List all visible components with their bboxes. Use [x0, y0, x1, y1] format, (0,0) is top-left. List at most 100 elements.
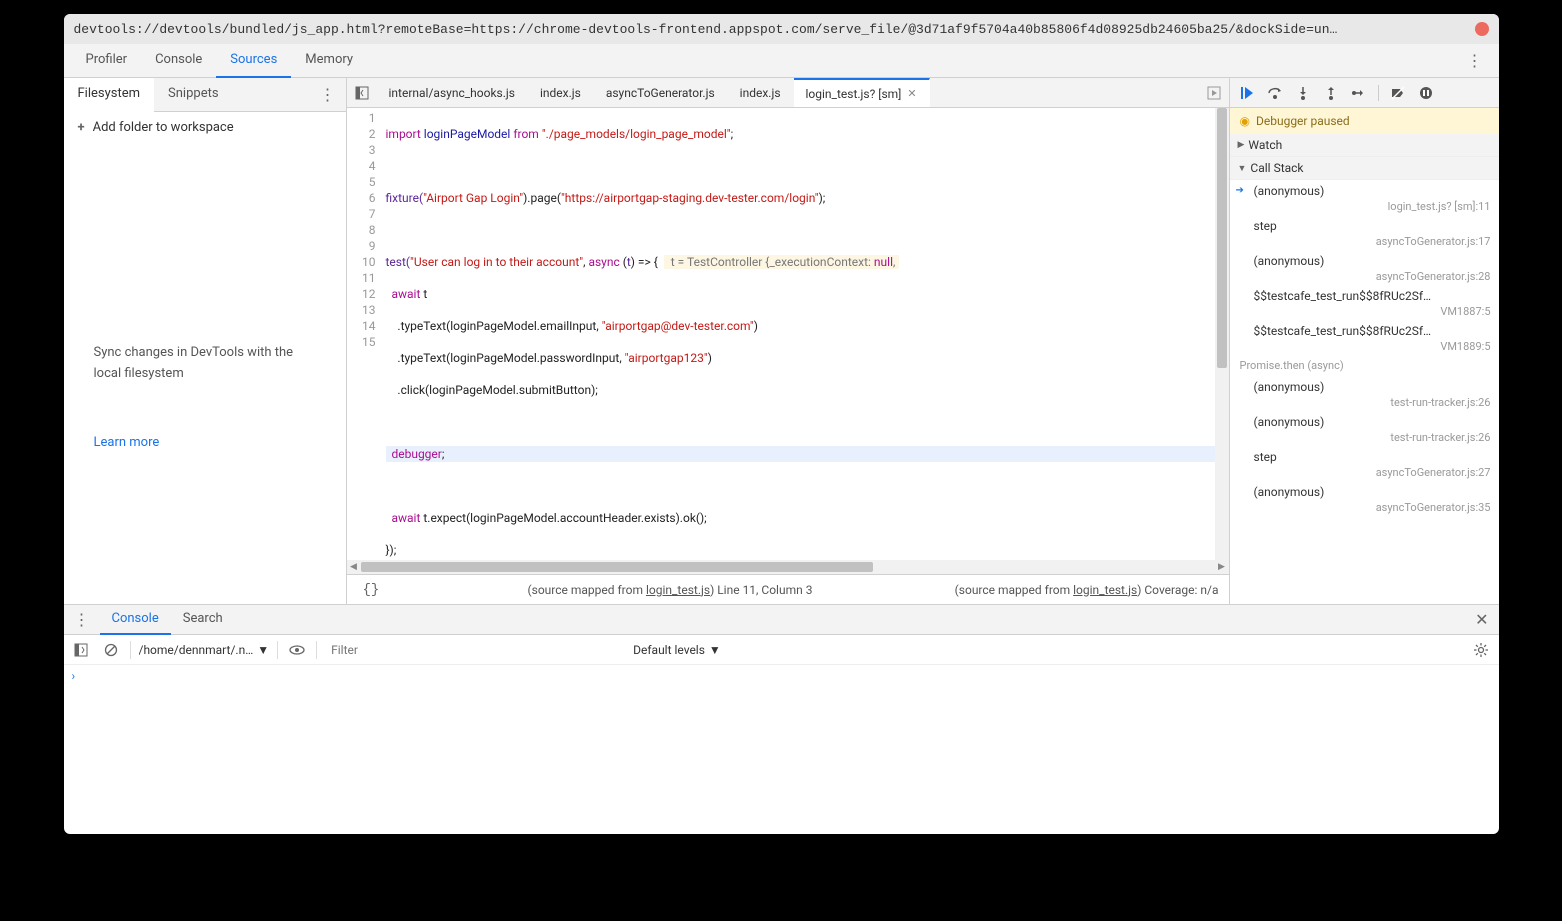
code-content[interactable]: import loginPageModel from "./page_model…: [382, 108, 1229, 560]
file-tab-0[interactable]: internal/async_hooks.js: [377, 78, 528, 108]
file-tabs: internal/async_hooks.js index.js asyncTo…: [347, 78, 1229, 108]
collapsed-icon: ▶: [1238, 140, 1245, 150]
tab-memory[interactable]: Memory: [291, 44, 367, 78]
step-over-icon[interactable]: [1264, 82, 1286, 104]
devtools-window: devtools://devtools/bundled/js_app.html?…: [64, 14, 1499, 834]
close-icon[interactable]: ✕: [907, 87, 916, 100]
tab-profiler[interactable]: Profiler: [72, 44, 142, 78]
debugger-pane: ◉ Debugger paused ▶Watch ▼Call Stack ➔(a…: [1229, 78, 1499, 604]
drawer-tab-console[interactable]: Console: [100, 605, 171, 635]
navigator-menu-button[interactable]: ⋮: [310, 81, 346, 108]
stack-frame[interactable]: ➔(anonymous)login_test.js? [sm]:11: [1230, 180, 1499, 215]
pause-exceptions-icon[interactable]: [1415, 82, 1437, 104]
context-select[interactable]: /home/dennmart/.n… ▼: [139, 643, 270, 657]
stack-frame[interactable]: stepasyncToGenerator.js:17: [1230, 215, 1499, 250]
call-stack-label: Call Stack: [1250, 161, 1303, 175]
file-tab-label: internal/async_hooks.js: [389, 86, 515, 100]
navigator-pane: Filesystem Snippets ⋮ + Add folder to wo…: [64, 78, 347, 604]
step-into-icon[interactable]: [1292, 82, 1314, 104]
stack-frame[interactable]: (anonymous)test-run-tracker.js:26: [1230, 411, 1499, 446]
source-map-link[interactable]: login_test.js: [646, 583, 710, 597]
debugger-paused-label: Debugger paused: [1256, 114, 1350, 128]
scroll-left-icon[interactable]: ◀: [347, 562, 361, 572]
status-cursor-position: (source mapped from login_test.js) Line …: [385, 583, 954, 597]
tab-console[interactable]: Console: [141, 44, 216, 78]
debugger-paused-banner: ◉ Debugger paused: [1230, 108, 1499, 134]
file-tab-label: index.js: [540, 86, 581, 100]
main-menu-button[interactable]: ⋮: [1459, 47, 1491, 74]
dropdown-icon: ▼: [709, 643, 721, 657]
resume-icon[interactable]: [1236, 82, 1258, 104]
drawer-close-button[interactable]: ✕: [1465, 606, 1498, 633]
sync-message: Sync changes in DevTools with the local …: [64, 143, 346, 405]
file-tab-3[interactable]: index.js: [728, 78, 794, 108]
step-icon[interactable]: [1348, 82, 1370, 104]
stack-frame[interactable]: (anonymous)asyncToGenerator.js:35: [1230, 481, 1499, 516]
window-titlebar: devtools://devtools/bundled/js_app.html?…: [64, 14, 1499, 44]
window-close-button[interactable]: [1475, 22, 1489, 36]
console-body[interactable]: ›: [64, 665, 1499, 834]
console-toolbar: /home/dennmart/.n… ▼ Default levels ▼: [64, 635, 1499, 665]
learn-more-link[interactable]: Learn more: [64, 435, 346, 450]
code-editor[interactable]: 123456789101112131415 import loginPageMo…: [347, 108, 1229, 560]
stack-frame[interactable]: (anonymous)asyncToGenerator.js:28: [1230, 250, 1499, 285]
warning-icon: ◉: [1240, 114, 1250, 128]
levels-label: Default levels: [633, 643, 705, 657]
file-tab-label: index.js: [740, 86, 781, 100]
watch-header[interactable]: ▶Watch: [1230, 134, 1499, 156]
call-stack-section: ▼Call Stack: [1230, 157, 1499, 180]
navigator-tab-filesystem[interactable]: Filesystem: [64, 78, 155, 112]
file-tab-1[interactable]: index.js: [528, 78, 594, 108]
watch-section: ▶Watch: [1230, 134, 1499, 157]
editor-pane: internal/async_hooks.js index.js asyncTo…: [347, 78, 1229, 604]
main-tabs: Profiler Console Sources Memory ⋮: [64, 44, 1499, 78]
add-folder-label: Add folder to workspace: [93, 120, 234, 135]
watch-label: Watch: [1248, 138, 1282, 152]
status-coverage: (source mapped from login_test.js) Cover…: [955, 583, 1219, 597]
drawer-tab-search[interactable]: Search: [171, 605, 235, 635]
source-map-link[interactable]: login_test.js: [1073, 583, 1137, 597]
console-sidebar-toggle-icon[interactable]: [70, 639, 92, 661]
horizontal-scrollbar[interactable]: ◀ ▶: [347, 560, 1229, 574]
pretty-print-icon[interactable]: {}: [357, 582, 386, 598]
file-tab-4[interactable]: login_test.js? [sm] ✕: [794, 78, 930, 108]
titlebar-text: devtools://devtools/bundled/js_app.html?…: [74, 22, 1467, 37]
nav-toggle-icon[interactable]: [347, 82, 377, 104]
add-folder-button[interactable]: + Add folder to workspace: [64, 112, 346, 143]
expanded-icon: ▼: [1238, 163, 1247, 174]
console-prompt: ›: [72, 669, 76, 683]
live-expression-icon[interactable]: [286, 639, 308, 661]
dropdown-icon: ▼: [257, 643, 269, 657]
plus-icon: +: [78, 120, 85, 135]
line-gutter: 123456789101112131415: [347, 108, 382, 560]
navigator-tabs: Filesystem Snippets ⋮: [64, 78, 346, 112]
console-filter-input[interactable]: [325, 639, 625, 661]
stack-frame[interactable]: $$testcafe_test_run$$8fRUc2Sf…VM1887:5: [1230, 285, 1499, 320]
stack-frame[interactable]: (anonymous)test-run-tracker.js:26: [1230, 376, 1499, 411]
log-levels-select[interactable]: Default levels ▼: [633, 643, 721, 657]
step-out-icon[interactable]: [1320, 82, 1342, 104]
console-settings-icon[interactable]: [1469, 638, 1493, 662]
context-label: /home/dennmart/.n…: [139, 643, 254, 657]
file-tab-label: login_test.js? [sm]: [806, 87, 902, 101]
file-tab-label: asyncToGenerator.js: [606, 86, 715, 100]
tab-sources[interactable]: Sources: [216, 44, 291, 78]
console-drawer: ⋮ Console Search ✕ /home/dennmart/.n… ▼ …: [64, 604, 1499, 834]
stack-frame[interactable]: stepasyncToGenerator.js:27: [1230, 446, 1499, 481]
run-snippet-icon[interactable]: [1199, 82, 1229, 104]
drawer-menu-button[interactable]: ⋮: [64, 606, 100, 633]
file-tab-2[interactable]: asyncToGenerator.js: [594, 78, 728, 108]
call-stack-header[interactable]: ▼Call Stack: [1230, 157, 1499, 179]
clear-console-icon[interactable]: [100, 639, 122, 661]
async-separator: Promise.then (async): [1230, 355, 1499, 376]
call-stack-list: ➔(anonymous)login_test.js? [sm]:11 stepa…: [1230, 180, 1499, 604]
drawer-tabs: ⋮ Console Search ✕: [64, 605, 1499, 635]
vertical-scrollbar[interactable]: [1215, 108, 1229, 560]
navigator-tab-snippets[interactable]: Snippets: [154, 78, 233, 112]
stack-frame[interactable]: $$testcafe_test_run$$8fRUc2Sf…VM1889:5: [1230, 320, 1499, 355]
debug-toolbar: [1230, 78, 1499, 108]
editor-status-bar: {} (source mapped from login_test.js) Li…: [347, 574, 1229, 604]
scroll-right-icon[interactable]: ▶: [1215, 562, 1229, 572]
current-frame-icon: ➔: [1236, 185, 1244, 196]
deactivate-breakpoints-icon[interactable]: [1387, 82, 1409, 104]
